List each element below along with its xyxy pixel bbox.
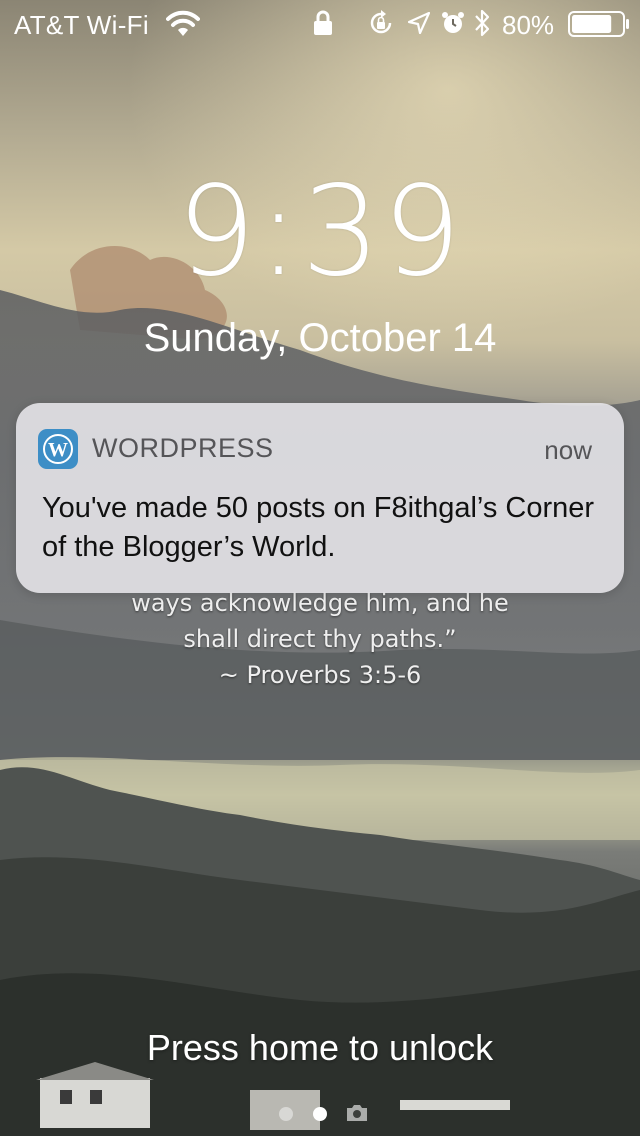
camera-icon[interactable] xyxy=(345,1103,369,1123)
quote-attribution: ~ Proverbs 3:5-6 xyxy=(218,661,422,689)
location-icon xyxy=(408,12,430,34)
notification-time: now xyxy=(544,435,592,465)
page-dot-lock[interactable] xyxy=(313,1107,327,1121)
notification-message: You've made 50 posts on F8ithgal’s Corne… xyxy=(42,492,595,563)
wifi-icon xyxy=(166,10,200,36)
status-bar: AT&T Wi-Fi 80% xyxy=(0,0,640,50)
unlock-hint: Press home to unlock xyxy=(146,1027,494,1068)
lock-screen-time: 9:39 xyxy=(176,160,464,304)
lock-icon xyxy=(314,10,332,35)
bluetooth-icon xyxy=(475,9,490,37)
notification-app-name: WORDPRESS xyxy=(92,433,274,463)
wallpaper-quote: ways acknowledge him, and he shall direc… xyxy=(0,585,640,693)
wordpress-icon: W xyxy=(38,429,78,469)
quote-line: shall direct thy paths.” xyxy=(183,625,457,653)
wordpress-notification[interactable]: W WORDPRESS now You've made 50 posts on … xyxy=(16,403,624,593)
battery-percentage: 80% xyxy=(502,10,555,40)
rotation-lock-icon xyxy=(370,10,392,34)
battery-icon xyxy=(568,11,629,37)
svg-text:W: W xyxy=(48,439,68,461)
page-dot-widgets[interactable] xyxy=(279,1107,293,1121)
alarm-icon xyxy=(442,12,464,33)
carrier-label: AT&T Wi-Fi xyxy=(14,10,149,40)
lock-screen-date: Sunday, October 14 xyxy=(143,316,497,360)
